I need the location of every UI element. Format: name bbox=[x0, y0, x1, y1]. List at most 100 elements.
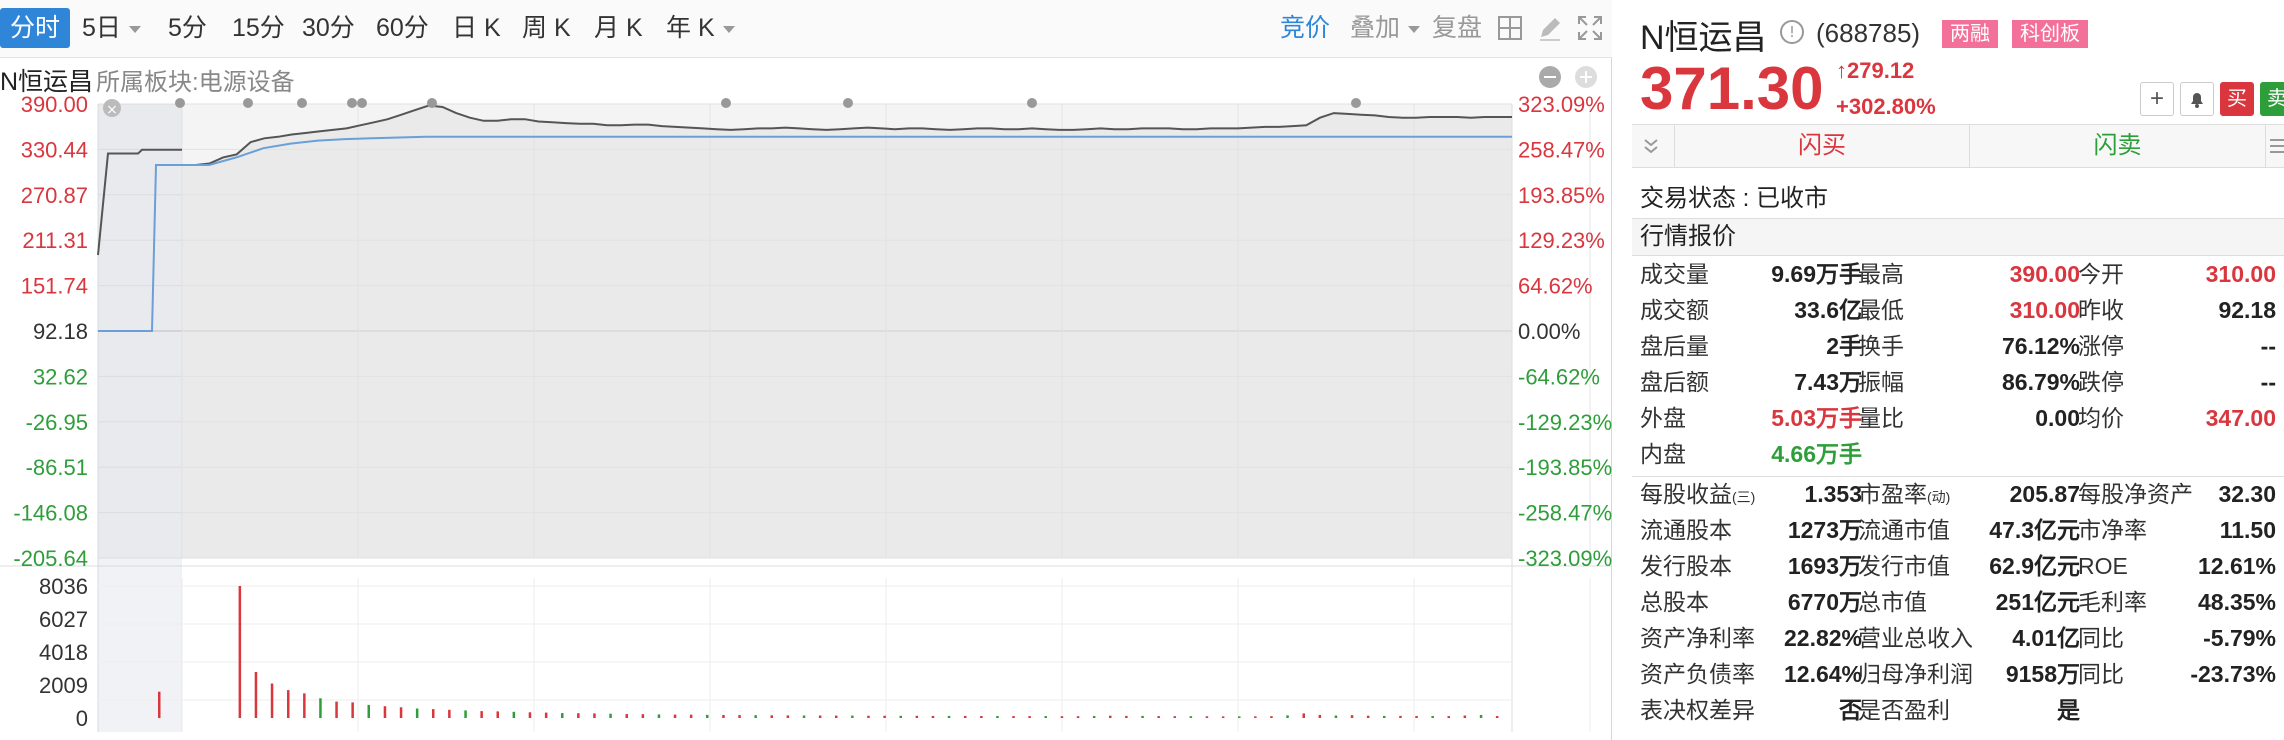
chart-subheader: N恒运昌 所属板块:电源设备 bbox=[0, 58, 1612, 96]
stock-code: (688785) bbox=[1816, 18, 1921, 48]
volume-bar bbox=[689, 714, 693, 718]
volume-bar bbox=[1076, 716, 1080, 718]
fundamental-label: 表决权差异 bbox=[1640, 697, 1755, 723]
sell-button[interactable]: 卖 bbox=[2260, 82, 2284, 116]
bid-button[interactable]: 竞价 bbox=[1280, 8, 1330, 48]
fundamental-value: -23.73% bbox=[2190, 661, 2276, 687]
volume-bar bbox=[867, 715, 870, 718]
event-marker-icon bbox=[357, 98, 367, 108]
volume-bar bbox=[706, 714, 709, 718]
fundamental-value: 是 bbox=[2057, 697, 2080, 723]
collapse-chevron-icon[interactable] bbox=[1642, 137, 1660, 155]
tab-5day-label: 5日 bbox=[82, 14, 121, 42]
volume-bar bbox=[1302, 713, 1305, 718]
quote-value: 76.12% bbox=[2001, 333, 2080, 359]
restore-button[interactable]: 复盘 bbox=[1432, 8, 1482, 48]
volume-bar bbox=[1479, 715, 1483, 718]
quote-value: 92.18 bbox=[2218, 297, 2276, 323]
pencil-icon[interactable] bbox=[1536, 14, 1564, 42]
volume-bar bbox=[238, 586, 242, 718]
volume-bar bbox=[335, 701, 338, 718]
tab-15min[interactable]: 15分 bbox=[226, 8, 291, 48]
tab-daily-k[interactable]: 日 K bbox=[446, 8, 507, 48]
volume-bar bbox=[673, 714, 677, 718]
fundamental-value: 1.353 bbox=[1804, 481, 1862, 507]
tab-monthly-k[interactable]: 月 K bbox=[588, 8, 649, 48]
chart-stock-name: N恒运昌 bbox=[0, 68, 94, 96]
quote-label: 盘后量 bbox=[1640, 333, 1709, 359]
pre-market-band bbox=[98, 104, 182, 732]
overlay-button[interactable]: 叠加 bbox=[1350, 8, 1421, 48]
star-market-badge: 科创板 bbox=[2012, 20, 2088, 48]
volume-bar bbox=[480, 711, 483, 718]
chevron-down-icon bbox=[128, 25, 141, 33]
fundamental-value: 32.30 bbox=[2218, 481, 2276, 507]
event-marker-icon bbox=[297, 98, 307, 108]
volume-bar bbox=[1125, 715, 1128, 718]
event-marker-icon bbox=[843, 98, 853, 108]
price-tick-label: -26.95 bbox=[26, 410, 88, 435]
tab-yearly-k[interactable]: 年 K bbox=[660, 8, 741, 48]
event-marker-icon bbox=[243, 98, 253, 108]
stock-name: N恒运昌 bbox=[1640, 19, 1767, 57]
tab-5min[interactable]: 5分 bbox=[162, 8, 213, 48]
trading-status: 交易状态 : 已收市 bbox=[1640, 185, 1829, 212]
fundamental-value: 205.87 bbox=[2009, 481, 2080, 507]
event-marker-icon bbox=[427, 98, 437, 108]
volume-bar bbox=[1463, 715, 1467, 718]
pct-tick-label: -64.62% bbox=[1518, 364, 1600, 389]
price-tick-label: 92.18 bbox=[33, 319, 88, 344]
volume-bar bbox=[1189, 716, 1193, 718]
quote-value: 4.66万手 bbox=[1771, 441, 1862, 467]
volume-bar bbox=[593, 713, 596, 718]
event-marker-icon bbox=[175, 98, 185, 108]
intraday-chart: 390.00 323.09%330.44 258.47%270.87 193.85%2… bbox=[0, 66, 1612, 732]
fundamental-label: 资产负债率 bbox=[1640, 661, 1755, 687]
volume-bar bbox=[1028, 716, 1031, 718]
price-tick-label: 270.87 bbox=[21, 183, 88, 208]
tab-30min[interactable]: 30分 bbox=[296, 8, 361, 48]
volume-bar bbox=[367, 704, 370, 718]
pct-tick-label: 0.00% bbox=[1518, 319, 1580, 344]
chevron-down-icon bbox=[722, 25, 735, 33]
volume-bar bbox=[464, 710, 467, 718]
fullscreen-icon[interactable] bbox=[1576, 14, 1604, 42]
sector-label[interactable]: 所属板块:电源设备 bbox=[96, 62, 295, 97]
layout-grid-icon[interactable] bbox=[1496, 14, 1524, 42]
quote-value: 86.79% bbox=[2001, 369, 2080, 395]
info-icon[interactable]: ! bbox=[1780, 20, 1804, 44]
tab-intraday[interactable]: 分时 bbox=[0, 8, 71, 48]
pct-tick-label: -258.47% bbox=[1518, 501, 1612, 526]
quote-section-title: 行情报价 bbox=[1632, 218, 2284, 256]
flash-sell-button[interactable]: 闪卖 bbox=[1970, 125, 2266, 167]
price-tick-label: -205.64 bbox=[13, 546, 88, 571]
tab-5day[interactable]: 5日 bbox=[76, 8, 147, 48]
event-marker-icon bbox=[1351, 98, 1361, 108]
fundamental-label: 流通股本 bbox=[1640, 517, 1732, 543]
flash-buy-button[interactable]: 闪买 bbox=[1674, 125, 1970, 167]
alert-bell-button[interactable] bbox=[2180, 82, 2214, 116]
fundamental-label: 总股本 bbox=[1640, 589, 1709, 615]
menu-icon[interactable] bbox=[2270, 137, 2284, 155]
volume-bar bbox=[802, 715, 806, 718]
volume-bar bbox=[947, 715, 951, 718]
quote-label: 成交额 bbox=[1640, 297, 1709, 323]
fundamental-value: 4.01亿 bbox=[2012, 625, 2080, 651]
volume-bar bbox=[1318, 714, 1322, 718]
buy-button[interactable]: 买 bbox=[2220, 82, 2254, 116]
price-tick-label: 211.31 bbox=[22, 228, 88, 253]
fundamental-value: 48.35% bbox=[2197, 589, 2276, 615]
fundamental-value: 1273万 bbox=[1787, 517, 1862, 543]
add-watchlist-button[interactable]: + bbox=[2140, 82, 2174, 116]
pct-tick-label: -129.23% bbox=[1518, 410, 1612, 435]
volume-bar bbox=[270, 683, 274, 718]
tab-60min[interactable]: 60分 bbox=[370, 8, 435, 48]
volume-plot-area bbox=[98, 578, 1512, 732]
quote-value: 33.6亿 bbox=[1794, 297, 1862, 323]
volume-bar bbox=[1495, 716, 1499, 718]
volume-bar bbox=[1044, 716, 1047, 718]
volume-bar bbox=[544, 712, 548, 718]
tab-weekly-k[interactable]: 周 K bbox=[516, 8, 577, 48]
fundamental-value: 12.61% bbox=[2197, 553, 2276, 579]
volume-bar bbox=[448, 709, 451, 718]
